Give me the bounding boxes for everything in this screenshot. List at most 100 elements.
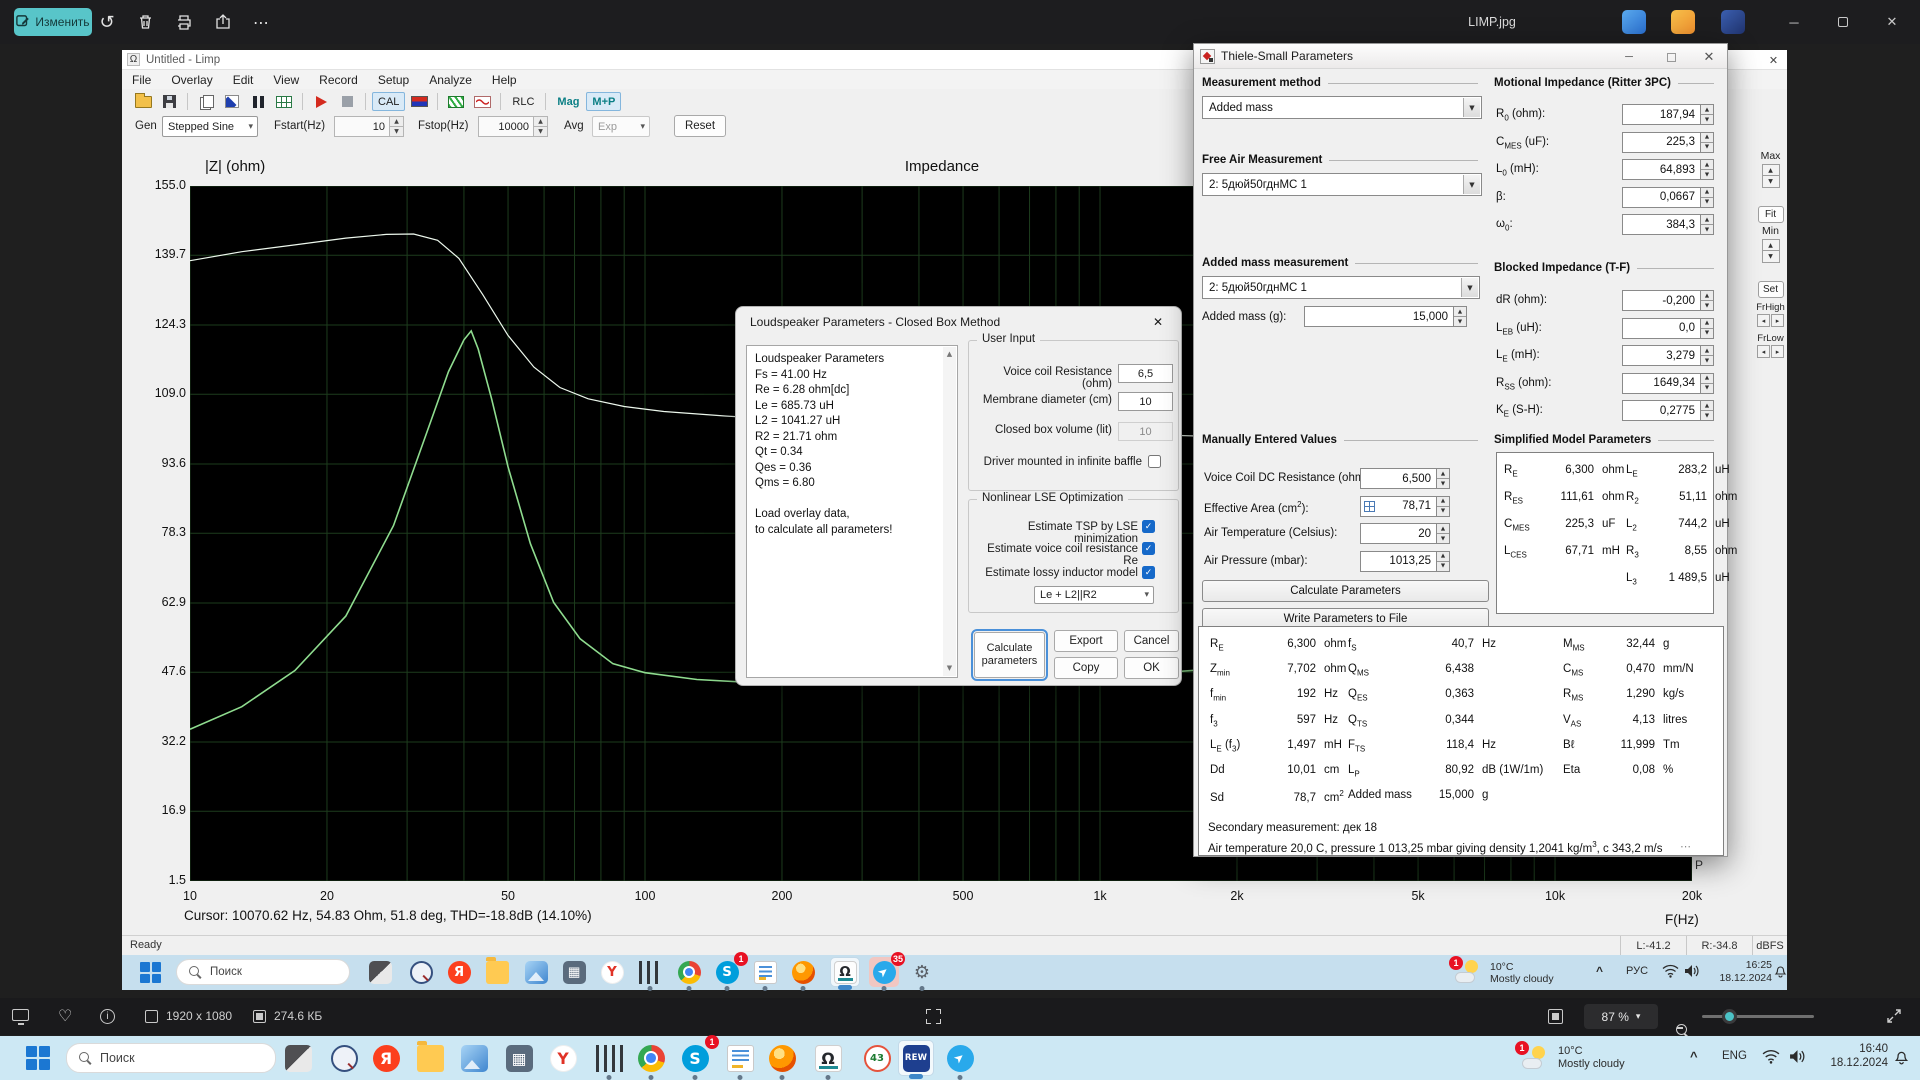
edit-button[interactable]: Изменить (14, 8, 92, 36)
menu-item-view[interactable]: View (263, 70, 309, 89)
distortion-button[interactable] (470, 91, 494, 112)
wifi-icon[interactable] (1762, 1049, 1780, 1064)
start-button[interactable] (140, 962, 161, 983)
parameter-input[interactable]: -0,200 (1622, 290, 1701, 311)
parameter-spinner[interactable]: ▲ ▼ (1701, 214, 1714, 235)
yandex-icon[interactable]: Я (368, 1040, 404, 1076)
menu-item-file[interactable]: File (122, 70, 161, 89)
fstop-input[interactable]: 10000 ▲ ▼ (478, 116, 548, 137)
weather-temp[interactable]: 10°C (1558, 1045, 1583, 1057)
record-play-button[interactable] (309, 91, 333, 112)
speaker-icon[interactable] (1684, 964, 1700, 978)
cancel-button[interactable]: Cancel (1124, 630, 1179, 652)
info-icon[interactable]: i (100, 1009, 115, 1024)
parameter-spinner[interactable]: ▲ ▼ (1701, 400, 1714, 421)
calculator-icon[interactable]: ▦ (559, 957, 589, 987)
search-input[interactable]: Поиск (66, 1043, 276, 1073)
parameter-input[interactable]: 78,71 (1360, 495, 1437, 517)
skype-icon[interactable]: S1 (712, 952, 748, 991)
export-button[interactable]: Export (1054, 630, 1118, 652)
start-button[interactable] (26, 1046, 50, 1070)
color-scale-button[interactable] (407, 91, 431, 112)
tray-chevron-icon[interactable]: ^ (1690, 1049, 1698, 1064)
check-checkbox[interactable]: ✓ (1142, 542, 1155, 555)
suggested-app-icon-3[interactable] (1721, 10, 1745, 34)
parameter-input[interactable]: 1649,34 (1622, 372, 1701, 394)
chrome-icon[interactable] (633, 1040, 669, 1080)
app-split-icon[interactable] (365, 957, 395, 987)
calculate-parameters-button[interactable]: Calculate parameters (971, 629, 1048, 681)
print-icon[interactable] (169, 7, 199, 37)
avg-select[interactable]: Exp ▾ (592, 116, 650, 137)
ts-close-icon[interactable]: ✕ (1694, 47, 1724, 67)
parameter-input[interactable]: 187,94 (1622, 104, 1701, 125)
fullscreen-capture-icon[interactable] (926, 1009, 941, 1024)
copy-button[interactable] (194, 91, 218, 112)
waterfall-button[interactable] (444, 91, 468, 112)
bell-icon[interactable] (1894, 1049, 1909, 1065)
limp-omega-icon[interactable]: Ω (830, 957, 860, 990)
menu-item-help[interactable]: Help (482, 70, 527, 89)
equalizer-icon[interactable] (635, 957, 665, 991)
bell-icon[interactable] (1774, 964, 1787, 978)
tasklist-icon[interactable] (722, 1040, 758, 1080)
save-button[interactable] (157, 91, 181, 112)
firefox-icon[interactable] (788, 957, 818, 991)
weather-icon[interactable]: 1 (1515, 1041, 1550, 1070)
check-checkbox[interactable]: ✓ (1142, 520, 1155, 533)
rew-icon[interactable]: REW (898, 1040, 934, 1079)
listbox-scrollbar[interactable]: ▲ ▼ (943, 347, 956, 676)
inductor-model-select[interactable]: Le + L2||R2 ▾ (1034, 586, 1154, 604)
zoom-level-select[interactable]: 87 % ▾ (1584, 1004, 1658, 1029)
settings-gear-icon[interactable]: ⚙ (907, 957, 937, 991)
zoom-slider[interactable] (1702, 1009, 1814, 1024)
parameter-input[interactable]: 384,3 (1622, 214, 1701, 235)
temp-widget-icon[interactable]: 43 (859, 1040, 895, 1076)
frhigh-stepper[interactable]: ◂ ▸ (1754, 314, 1787, 327)
rlc-button[interactable]: RLC (507, 91, 539, 112)
photos-app-icon[interactable] (521, 957, 551, 987)
stop-button[interactable] (335, 91, 359, 112)
limp-omega-icon[interactable]: Ω (810, 1040, 846, 1080)
minimize-icon[interactable]: ─ (1779, 8, 1809, 36)
yandex-icon[interactable]: Я (444, 957, 474, 987)
parameter-spinner[interactable]: ▲ ▼ (1701, 290, 1714, 311)
generator-button[interactable] (220, 91, 244, 112)
open-button[interactable] (131, 91, 155, 112)
frlow-stepper[interactable]: ◂ ▸ (1754, 345, 1787, 358)
keepass-icon[interactable] (406, 957, 436, 987)
parameter-input[interactable]: 225,3 (1622, 131, 1701, 153)
magnitude-button[interactable]: Mag (552, 91, 584, 112)
added-mass-select[interactable]: 2: 5дюй50гднМС 1 ▼ (1202, 276, 1480, 299)
menu-item-record[interactable]: Record (309, 70, 368, 89)
firefox-icon[interactable] (764, 1040, 800, 1080)
calibrate-button[interactable]: CAL (372, 92, 406, 111)
menu-item-analyze[interactable]: Analyze (419, 70, 482, 89)
calculator-icon[interactable]: ▦ (501, 1040, 537, 1076)
weather-temp[interactable]: 10°C (1490, 961, 1513, 973)
tray-time[interactable]: 16:25 (1710, 959, 1772, 971)
resize-grip-icon[interactable]: ⋯ (1680, 840, 1691, 853)
rotate-icon[interactable]: ↺ (92, 7, 122, 37)
parameter-spinner[interactable]: ▲ ▼ (1701, 317, 1714, 339)
parameter-spinner[interactable]: ▲ ▼ (1437, 495, 1450, 517)
limp-close-icon[interactable]: ✕ (1762, 51, 1785, 69)
tray-time[interactable]: 16:40 (1820, 1043, 1888, 1055)
check-checkbox[interactable]: ✓ (1142, 566, 1155, 579)
menu-item-overlay[interactable]: Overlay (161, 70, 222, 89)
search-input[interactable]: Поиск (176, 959, 350, 985)
wifi-icon[interactable] (1662, 964, 1679, 978)
weather-icon[interactable]: 1 (1449, 956, 1483, 984)
folder-icon[interactable] (412, 1040, 448, 1076)
yandex-browser-icon[interactable]: Y (545, 1040, 581, 1076)
parameter-input[interactable]: 0,0 (1622, 317, 1701, 339)
parameter-input[interactable]: 64,893 (1622, 159, 1701, 180)
menu-item-edit[interactable]: Edit (223, 70, 264, 89)
measurement-method-select[interactable]: Added mass ▼ (1202, 96, 1482, 119)
ts-minimize-icon[interactable]: ─ (1614, 47, 1644, 67)
tray-date[interactable]: 18.12.2024 (1820, 1057, 1888, 1069)
skype-icon[interactable]: S1 (677, 1035, 719, 1080)
suggested-app-icon-1[interactable] (1622, 10, 1646, 34)
parameter-spinner[interactable]: ▲ ▼ (1701, 186, 1714, 208)
tasklist-icon[interactable] (750, 957, 780, 991)
